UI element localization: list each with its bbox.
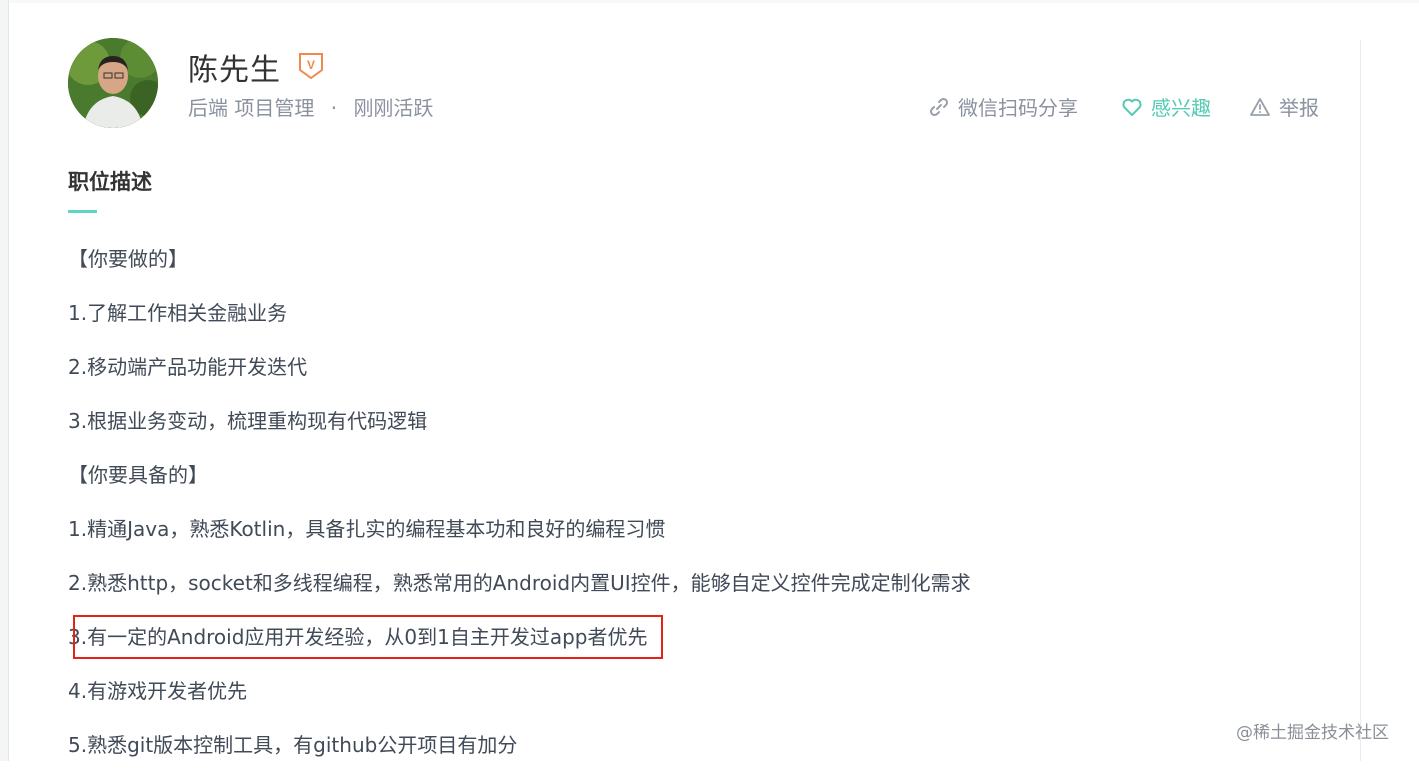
- report-label: 举报: [1279, 96, 1319, 120]
- job-description: 【你要做的】 1.了解工作相关金融业务 2.移动端产品功能开发迭代 3.根据业务…: [68, 243, 971, 783]
- verified-v-icon: V: [298, 52, 324, 80]
- meta-separator: ·: [330, 96, 338, 120]
- user-name[interactable]: 陈先生: [188, 45, 281, 89]
- interest-button[interactable]: 感兴趣: [1121, 92, 1211, 121]
- left-edge: [0, 0, 9, 761]
- avatar[interactable]: [68, 38, 158, 128]
- description-line: 2.熟悉http，socket和多线程编程，熟悉常用的Android内置UI控件…: [68, 571, 971, 595]
- description-line: 5.熟悉git版本控制工具，有github公开项目有加分: [68, 733, 518, 757]
- share-button[interactable]: 微信扫码分享: [928, 92, 1078, 121]
- share-label: 微信扫码分享: [958, 96, 1078, 120]
- description-line: 2.移动端产品功能开发迭代: [68, 355, 308, 379]
- active-status: 刚刚活跃: [353, 96, 434, 120]
- top-edge: [8, 0, 1419, 3]
- description-line: 4.有游戏开发者优先: [68, 679, 248, 703]
- section-title: 职位描述: [68, 170, 152, 194]
- user-meta: 后端 项目管理 · 刚刚活跃: [188, 92, 433, 121]
- user-tags: 后端 项目管理: [188, 96, 315, 120]
- right-divider: [1360, 40, 1361, 761]
- description-line: 【你要做的】: [68, 247, 188, 271]
- watermark: @稀土掘金技术社区: [1236, 723, 1389, 743]
- description-line: 1.了解工作相关金融业务: [68, 301, 288, 325]
- report-button[interactable]: 举报: [1249, 92, 1319, 121]
- description-line: 【你要具备的】: [68, 463, 208, 487]
- link-icon: [929, 97, 949, 116]
- highlight-annotation-box: [73, 615, 663, 659]
- warning-icon: [1250, 97, 1270, 116]
- section-underline: [68, 210, 97, 213]
- heart-icon: [1122, 98, 1142, 116]
- badge-label: V: [307, 58, 315, 72]
- description-line: 3.根据业务变动，梳理重构现有代码逻辑: [68, 409, 428, 433]
- description-line: 1.精通Java，熟悉Kotlin，具备扎实的编程基本功和良好的编程习惯: [68, 517, 666, 541]
- interest-label: 感兴趣: [1151, 96, 1211, 120]
